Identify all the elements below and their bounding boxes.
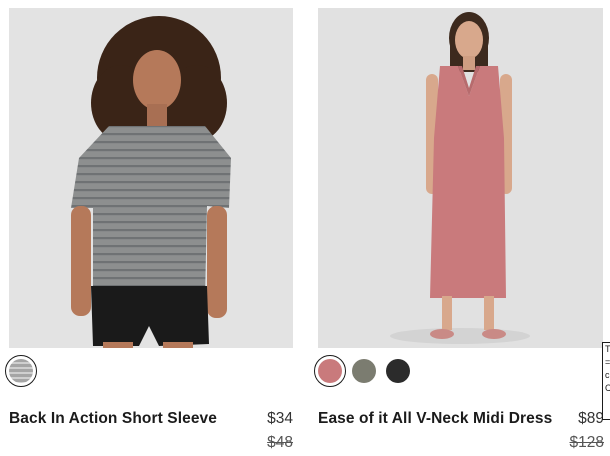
product-image-dress[interactable] (318, 8, 603, 348)
product-name[interactable]: Ease of it All V-Neck Midi Dress (318, 410, 552, 428)
edge-char: T (605, 344, 610, 354)
edge-popup-fragment[interactable]: T = c C (602, 342, 610, 420)
product-name[interactable]: Back In Action Short Sleeve (9, 410, 217, 428)
color-swatches (314, 354, 420, 388)
swatch-1[interactable] (352, 359, 376, 383)
product-image-tshirt[interactable] (9, 8, 293, 348)
product-card-back-in-action[interactable]: Back In Action Short Sleeve $34 $48 (5, 8, 293, 451)
swatch-0[interactable] (5, 355, 37, 387)
product-card-ease-of-it-all[interactable]: Ease of it All V-Neck Midi Dress $89 $12… (314, 8, 604, 451)
edge-char: c (605, 370, 610, 380)
product-grid: Back In Action Short Sleeve $34 $48 Ease… (0, 0, 610, 456)
swatch-2[interactable] (386, 359, 410, 383)
dress-model-illustration (318, 8, 603, 348)
tshirt-model-illustration (9, 8, 293, 348)
edge-char: C (605, 382, 610, 395)
edge-char: = (605, 357, 610, 367)
swatch-0[interactable] (314, 355, 346, 387)
sale-price: $89 (578, 410, 604, 427)
original-price: $48 (267, 434, 293, 451)
original-price: $128 (569, 434, 604, 451)
color-swatches (5, 354, 43, 388)
sale-price: $34 (267, 410, 293, 427)
